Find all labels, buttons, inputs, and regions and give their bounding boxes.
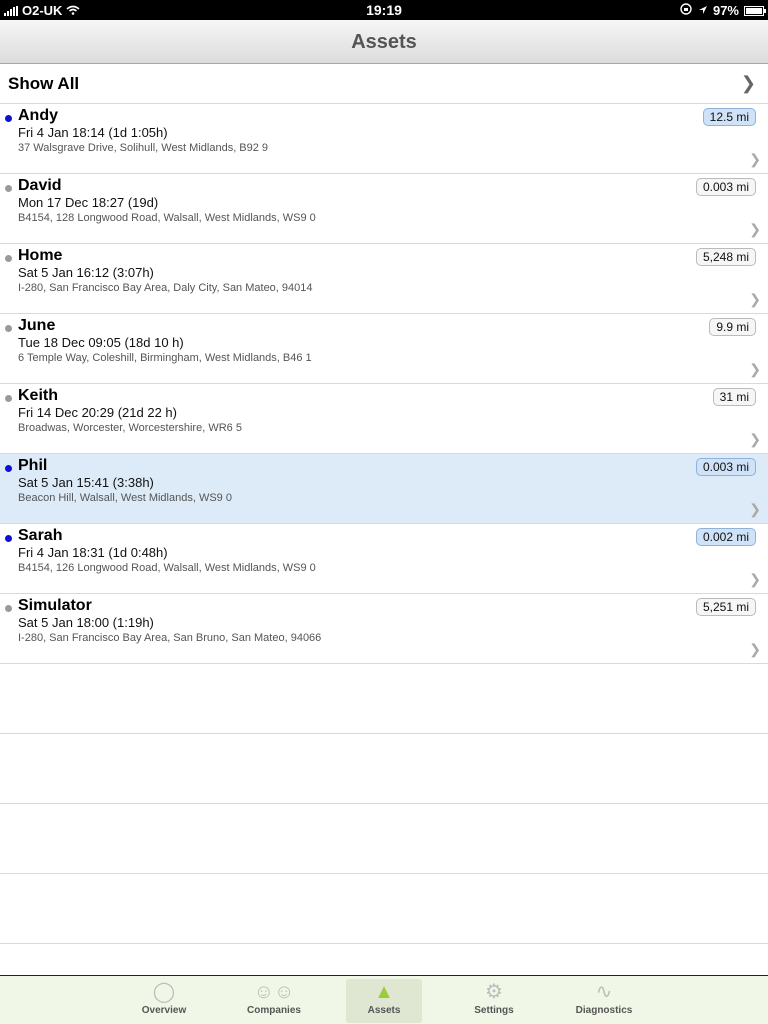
asset-row[interactable]: June Tue 18 Dec 09:05 (18d 10 h) 6 Temple … — [0, 314, 768, 384]
chevron-right-icon: ❯ — [749, 291, 761, 307]
tab-label: Assets — [367, 1005, 401, 1016]
asset-name: Keith — [18, 387, 58, 404]
asset-last-seen: Fri 4 Jan 18:31 (1d 0:48h) — [18, 545, 168, 560]
asset-last-seen: Fri 14 Dec 20:29 (21d 22 h) — [18, 405, 177, 420]
asset-address: B4154, 128 Longwood Road, Walsall, West … — [18, 212, 316, 224]
tab-label: Overview — [141, 1005, 187, 1016]
asset-row[interactable]: Andy Fri 4 Jan 18:14 (1d 1:05h) 37 Walsgra… — [0, 104, 768, 174]
tab-label: Companies — [247, 1005, 301, 1016]
asset-address: Beacon Hill, Walsall, West Midlands, WS9… — [18, 492, 232, 504]
asset-last-seen: Fri 4 Jan 18:14 (1d 1:05h) — [18, 125, 168, 140]
distance-badge: 12.5 mi — [702, 108, 756, 126]
location-icon — [698, 3, 708, 18]
status-dot-icon — [5, 255, 12, 262]
tab-overview[interactable]: ◯ Overview — [126, 979, 202, 1023]
tab-label: Settings — [474, 1005, 514, 1016]
empty-row — [0, 734, 768, 804]
empty-row — [0, 664, 768, 734]
empty-row — [0, 874, 768, 944]
navigation-bar: Assets — [0, 20, 768, 64]
tab-settings[interactable]: ⚙ Settings — [456, 979, 532, 1023]
empty-row — [0, 804, 768, 874]
show-all-row[interactable]: Show All ❯ — [0, 64, 768, 104]
tab-label: Diagnostics — [575, 1005, 633, 1016]
status-dot-icon — [5, 605, 12, 612]
asset-row[interactable]: David Mon 17 Dec 18:27 (19d) B4154, 128 Lo… — [0, 174, 768, 244]
chevron-right-icon: ❯ — [749, 501, 761, 517]
status-dot-icon — [5, 325, 12, 332]
status-dot-icon — [5, 465, 12, 472]
asset-address: 37 Walsgrave Drive, Solihull, West Midla… — [18, 142, 269, 154]
show-all-label: Show All — [8, 74, 80, 93]
distance-badge: 0.003 mi — [695, 178, 756, 196]
tab-companies[interactable]: ☺☺ Companies — [236, 979, 312, 1023]
status-dot-icon — [5, 395, 12, 402]
companies-icon: ☺☺ — [253, 981, 295, 1003]
asset-name: Home — [18, 247, 63, 264]
asset-address: 6 Temple Way, Coleshill, Birmingham, Wes… — [18, 352, 312, 364]
tab-bar: ◯ Overview ☺☺ Companies ▲ Assets ⚙ Setti… — [0, 975, 768, 1024]
asset-last-seen: Mon 17 Dec 18:27 (19d) — [18, 195, 159, 210]
distance-badge: 31 mi — [712, 388, 756, 406]
diagnostics-icon: ∿ — [595, 981, 613, 1003]
asset-name: David — [18, 177, 62, 194]
overview-icon: ◯ — [152, 981, 176, 1003]
asset-last-seen: Tue 18 Dec 09:05 (18d 10 h) — [18, 335, 184, 350]
chevron-right-icon: ❯ — [749, 151, 761, 167]
asset-last-seen: Sat 5 Jan 16:12 (3:07h) — [18, 265, 154, 280]
chevron-right-icon: ❯ — [740, 73, 756, 93]
asset-address: B4154, 126 Longwood Road, Walsall, West … — [18, 562, 316, 574]
rotation-lock-icon — [679, 3, 693, 18]
asset-row[interactable]: Sarah Fri 4 Jan 18:31 (1d 0:48h) B4154, 12… — [0, 524, 768, 594]
battery-icon — [744, 5, 766, 16]
asset-name: Andy — [18, 107, 58, 124]
asset-address: Broadwas, Worcester, Worcestershire, WR6… — [18, 422, 242, 434]
status-dot-icon — [5, 535, 12, 542]
asset-last-seen: Sat 5 Jan 15:41 (3:38h) — [18, 475, 154, 490]
chevron-right-icon: ❯ — [749, 641, 761, 657]
chevron-right-icon: ❯ — [749, 221, 761, 237]
page-title: Assets — [351, 31, 417, 53]
status-dot-icon — [5, 115, 12, 122]
asset-address: I-280, San Francisco Bay Area, San Bruno… — [18, 632, 322, 644]
asset-name: Phil — [18, 457, 48, 474]
asset-last-seen: Sat 5 Jan 18:00 (1:19h) — [18, 615, 154, 630]
asset-row[interactable]: Home Sat 5 Jan 16:12 (3:07h) I-280, San Fr… — [0, 244, 768, 314]
distance-badge: 5,251 mi — [695, 598, 756, 616]
distance-badge: 0.003 mi — [695, 458, 756, 476]
status-dot-icon — [5, 185, 12, 192]
distance-badge: 5,248 mi — [695, 248, 756, 266]
chevron-right-icon: ❯ — [749, 571, 761, 587]
asset-row[interactable]: Simulator Sat 5 Jan 18:00 (1:19h) I-280, S… — [0, 594, 768, 664]
chevron-right-icon: ❯ — [749, 361, 761, 377]
asset-name: Simulator — [18, 597, 92, 614]
settings-icon: ⚙ — [485, 981, 503, 1003]
asset-name: June — [18, 317, 56, 334]
asset-name: Sarah — [18, 527, 63, 544]
distance-badge: 0.002 mi — [695, 528, 756, 546]
assets-icon: ▲ — [374, 981, 394, 1003]
status-bar: O2-UK 19:19 97% — [0, 0, 768, 20]
status-right: 97% — [679, 3, 766, 18]
tab-assets[interactable]: ▲ Assets — [346, 979, 422, 1023]
chevron-right-icon: ❯ — [749, 431, 761, 447]
battery-percent: 97% — [712, 3, 739, 18]
tab-diagnostics[interactable]: ∿ Diagnostics — [566, 979, 642, 1023]
distance-badge: 9.9 mi — [709, 318, 756, 336]
asset-address: I-280, San Francisco Bay Area, Daly City… — [18, 282, 313, 294]
status-time: 19:19 — [366, 2, 402, 18]
asset-row[interactable]: Phil Sat 5 Jan 15:41 (3:38h) Beacon Hill, … — [0, 454, 768, 524]
asset-row[interactable]: Keith Fri 14 Dec 20:29 (21d 22 h) Broadwas… — [0, 384, 768, 454]
